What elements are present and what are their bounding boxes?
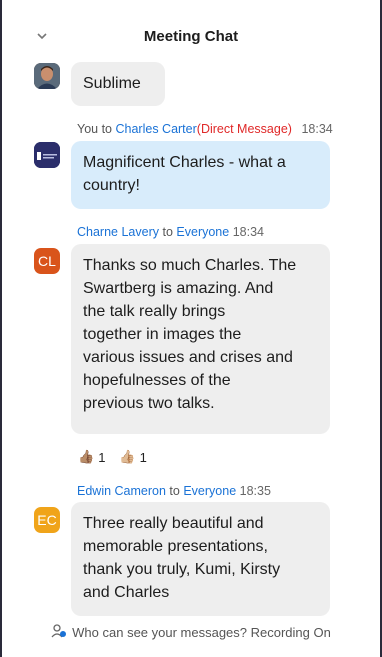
recipient-link[interactable]: Everyone xyxy=(183,484,236,498)
to-word: to xyxy=(169,484,180,498)
message-line: various issues and crises and xyxy=(83,349,293,366)
avatar-initials: EC xyxy=(37,512,57,528)
message-line: Three really beautiful and xyxy=(83,515,264,532)
direct-message-tag: (Direct Message) xyxy=(196,122,292,136)
message-line: the talk really brings xyxy=(83,303,226,320)
reaction-count: 1 xyxy=(98,449,106,465)
message-bubble[interactable]: Three really beautiful and memorable pre… xyxy=(71,502,330,616)
sender-name: You xyxy=(77,122,99,136)
chat-header: Meeting Chat xyxy=(2,0,380,52)
thumbs-up-icon: 👍🏼 xyxy=(119,449,136,464)
message-line: memorable presentations, xyxy=(83,538,268,555)
message-line: previous two talks. xyxy=(83,395,215,412)
avatar[interactable]: CL xyxy=(34,248,60,274)
avatar[interactable] xyxy=(34,142,60,168)
avatar-logo xyxy=(34,142,60,168)
avatar-initials: CL xyxy=(38,253,56,269)
reaction-count: 1 xyxy=(139,449,147,465)
page-title: Meeting Chat xyxy=(143,28,239,45)
message-line: Swartberg is amazing. And xyxy=(83,280,274,297)
message-bubble[interactable]: Sublime xyxy=(71,62,165,106)
message-meta: You to Charles Carter(Direct Message) 18… xyxy=(77,122,333,136)
message-bubble[interactable]: Magnificent Charles - what a country! xyxy=(71,141,330,209)
recipient-link[interactable]: Everyone xyxy=(176,225,229,239)
message-text: Sublime xyxy=(83,75,141,92)
message-bubble[interactable]: Thanks so much Charles. The Swartberg is… xyxy=(71,244,330,434)
reactions-row: 👍🏽 1 👍🏼 1 xyxy=(78,449,147,465)
reaction-thumbs-up[interactable]: 👍🏼 1 xyxy=(119,449,146,465)
thumbs-up-icon: 👍🏽 xyxy=(78,449,95,464)
to-word: to xyxy=(162,225,173,239)
message-line: and Charles xyxy=(83,584,170,601)
message-line: together in images the xyxy=(83,326,242,343)
recipient-link[interactable]: Charles Carter xyxy=(116,122,197,136)
message-line: Thanks so much Charles. The xyxy=(83,257,297,274)
message-line: hopefulnesses of the xyxy=(83,372,231,389)
visibility-footer[interactable]: Who can see your messages? Recording On xyxy=(2,620,380,644)
message-line: Magnificent Charles - what a xyxy=(83,154,286,171)
reaction-thumbs-up[interactable]: 👍🏽 1 xyxy=(78,449,105,465)
message-meta: Charne Lavery to Everyone 18:34 xyxy=(77,225,264,239)
sender-link[interactable]: Edwin Cameron xyxy=(77,484,166,498)
chat-panel: Meeting Chat Sublime You to Charles Cart… xyxy=(0,0,382,657)
message-line: country! xyxy=(83,177,140,194)
sender-link[interactable]: Charne Lavery xyxy=(77,225,159,239)
avatar[interactable]: EC xyxy=(34,507,60,533)
avatar[interactable] xyxy=(34,63,60,89)
timestamp: 18:34 xyxy=(301,122,333,136)
avatar-photo xyxy=(34,63,60,89)
message-meta: Edwin Cameron to Everyone 18:35 xyxy=(77,484,271,498)
timestamp: 18:34 xyxy=(232,225,264,239)
to-word: to xyxy=(101,122,113,136)
timestamp: 18:35 xyxy=(239,484,271,498)
message-line: thank you truly, Kumi, Kirsty xyxy=(83,561,281,578)
person-visibility-icon xyxy=(51,623,67,641)
footer-text: Who can see your messages? Recording On xyxy=(72,624,331,640)
